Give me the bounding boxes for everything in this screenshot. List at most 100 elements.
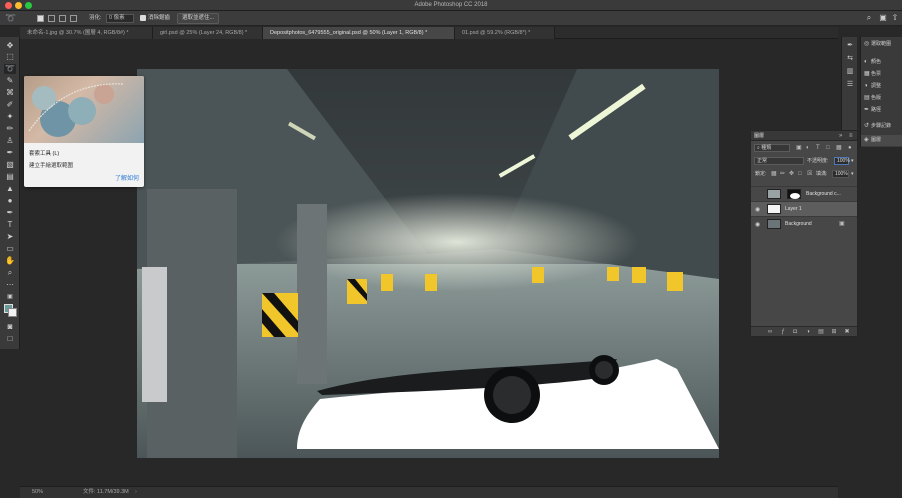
move-tool-icon[interactable]: ✥ [4,41,16,51]
lasso-tool-icon[interactable]: ➰ [4,64,16,74]
filter-shape-icon[interactable]: □ [826,143,830,153]
more-tools-icon[interactable]: ⋯ [4,280,16,290]
filter-adjustment-icon[interactable]: ◐ [806,143,810,153]
panel-selection[interactable]: ◎ 選取範圍 [861,39,902,50]
workspace-icon[interactable]: ▣ [878,13,888,23]
lock-all-icon[interactable]: ☒ [807,169,812,179]
status-menu-arrow[interactable]: › [135,487,137,497]
eraser-tool-icon[interactable]: ▧ [4,160,16,170]
tab-document-3[interactable]: Depositphotos_6479555_original.psd @ 50%… [263,27,455,39]
tab-document-4[interactable]: 01.psd @ 59.2% (RGB/8*) * [455,27,555,39]
layer-name: Background [785,221,812,227]
blur-tool-icon[interactable]: ▲ [4,184,16,194]
lock-artboard-icon[interactable]: □ [798,169,802,179]
antialias-checkbox[interactable] [140,15,146,21]
shape-tool-icon[interactable]: ▭ [4,244,16,254]
circle-icon: ◎ [864,41,870,47]
background-color-swatch[interactable] [8,308,17,317]
type-tool-icon[interactable]: T [4,220,16,230]
visibility-eye-icon[interactable]: ◉ [755,221,760,228]
new-adjustment-icon[interactable]: ◑ [804,328,812,336]
new-group-icon[interactable]: ▤ [817,328,825,336]
share-icon[interactable]: ⇧ [890,13,900,23]
gradient-tool-icon[interactable]: ▤ [4,172,16,182]
layer-thumbnail [767,189,781,199]
blend-mode-select[interactable]: 正常 [754,157,804,165]
tooltip-preview-image [24,76,144,143]
filter-type-icon[interactable]: T [816,143,820,153]
panel-swatches[interactable]: ▦色票 [861,69,902,80]
panel-layers[interactable]: ◈ 圖層 [861,135,902,146]
layers-tab[interactable]: 圖層 [754,132,764,140]
screen-mode-icon[interactable]: □ [4,334,16,344]
path-select-tool-icon[interactable]: ➤ [4,232,16,242]
default-colors-icon[interactable]: ▣ [4,292,16,302]
dodge-tool-icon[interactable]: ● [4,196,16,206]
add-mask-icon[interactable]: ◘ [791,328,799,336]
document-tab-bar: 未命名-1.jpg @ 30.7% (圖層 4, RGB/8#) * girl.… [20,27,838,39]
libraries-icon[interactable]: ▥ [845,67,855,77]
hand-tool-icon[interactable]: ✋ [4,256,16,266]
lock-image-icon[interactable]: ✏ [780,169,785,179]
link-layers-icon[interactable]: ∞ [766,328,774,336]
filter-kind-select[interactable]: ⌕ 種類 [754,144,790,152]
lock-position-icon[interactable]: ✥ [789,169,794,179]
layer-style-icon[interactable]: ƒ [779,328,787,336]
fill-input[interactable]: 100% [832,170,849,178]
layers-panel-header: 圖層 » ≡ [751,131,857,141]
layer-row[interactable]: ◉ Layer 1 [751,201,857,216]
panel-channels[interactable]: ▤色版 [861,93,902,104]
layer-row[interactable]: Background c... [751,186,857,201]
opacity-label: 不透明度: [807,158,829,164]
subtract-selection-icon[interactable] [59,15,66,22]
select-and-mask-button[interactable]: 選取並遮住... [177,13,220,24]
panel-color[interactable]: ◐ 顏色 [861,57,902,68]
pen-tool-icon[interactable]: ✒ [4,208,16,218]
tooltip-description: 建立手繪選取範圍 [29,163,74,169]
filter-toggle-icon[interactable]: ● [848,143,852,153]
feather-input[interactable]: 0 像素 [106,14,134,23]
tab-document-1[interactable]: 未命名-1.jpg @ 30.7% (圖層 4, RGB/8#) * [20,27,153,39]
visibility-eye-icon[interactable]: ◉ [755,206,760,213]
filter-smart-object-icon[interactable]: ▦ [836,143,842,153]
intersect-selection-icon[interactable] [70,15,77,22]
tooltip-learn-link[interactable]: 了解如何 [115,173,139,182]
layers-icon: ◈ [864,137,869,143]
lasso-tool-icon[interactable]: ➰ [5,14,16,23]
crop-tool-icon[interactable]: ⌘ [4,88,16,98]
eyedropper-tool-icon[interactable]: ✐ [4,100,16,110]
brush-tool-icon[interactable]: ✏ [4,124,16,134]
new-layer-icon[interactable]: ⊞ [830,328,838,336]
panel-adjustments[interactable]: ◑ 調整 [861,81,902,92]
layer-row[interactable]: ◉ Background ▣ [751,216,857,231]
zoom-level[interactable]: 50% [32,487,43,497]
search-icon[interactable]: ⌕ [864,13,874,23]
antialias-label: 消除鋸齒 [148,15,171,21]
history-brush-tool-icon[interactable]: ✒ [4,148,16,158]
tab-document-2[interactable]: girl.psd @ 25% (Layer 24, RGB/8) * [153,27,263,39]
opacity-input[interactable]: 100% [834,157,850,165]
lock-transparent-icon[interactable]: ▦ [771,169,777,179]
clone-stamp-tool-icon[interactable]: ♙ [4,136,16,146]
new-selection-icon[interactable] [37,15,44,22]
opacity-dropdown-icon[interactable]: ▾ [851,156,854,166]
quick-select-tool-icon[interactable]: ✎ [4,76,16,86]
add-selection-icon[interactable] [48,15,55,22]
brush-settings-icon[interactable]: ✒ [845,41,855,51]
info-icon[interactable]: ☰ [845,80,855,90]
properties-icon[interactable]: ⇆ [845,54,855,64]
options-bar: ➰ 羽化: 0 像素 消除鋸齒 選取並遮住... ⌕ ▣ ⇧ [0,11,902,26]
marquee-tool-icon[interactable]: ⬚ [4,52,16,62]
panel-paths[interactable]: ✒ 路徑 [861,105,902,116]
delete-layer-icon[interactable]: ✖ [843,328,851,336]
panel-menu-icon[interactable]: ≡ [849,131,853,141]
document-canvas[interactable] [137,69,719,458]
zoom-tool-icon[interactable]: ⌕ [4,268,16,278]
panel-history[interactable]: ↺ 步驟記錄 [861,121,902,132]
filter-pixel-icon[interactable]: ▣ [796,143,802,153]
quick-mask-icon[interactable]: ◙ [4,322,16,332]
collapse-icon[interactable]: » [839,131,842,141]
fill-dropdown-icon[interactable]: ▾ [851,169,854,179]
healing-brush-tool-icon[interactable]: ✦ [4,112,16,122]
layers-panel-footer: ∞ ƒ ◘ ◑ ▤ ⊞ ✖ [751,326,857,336]
